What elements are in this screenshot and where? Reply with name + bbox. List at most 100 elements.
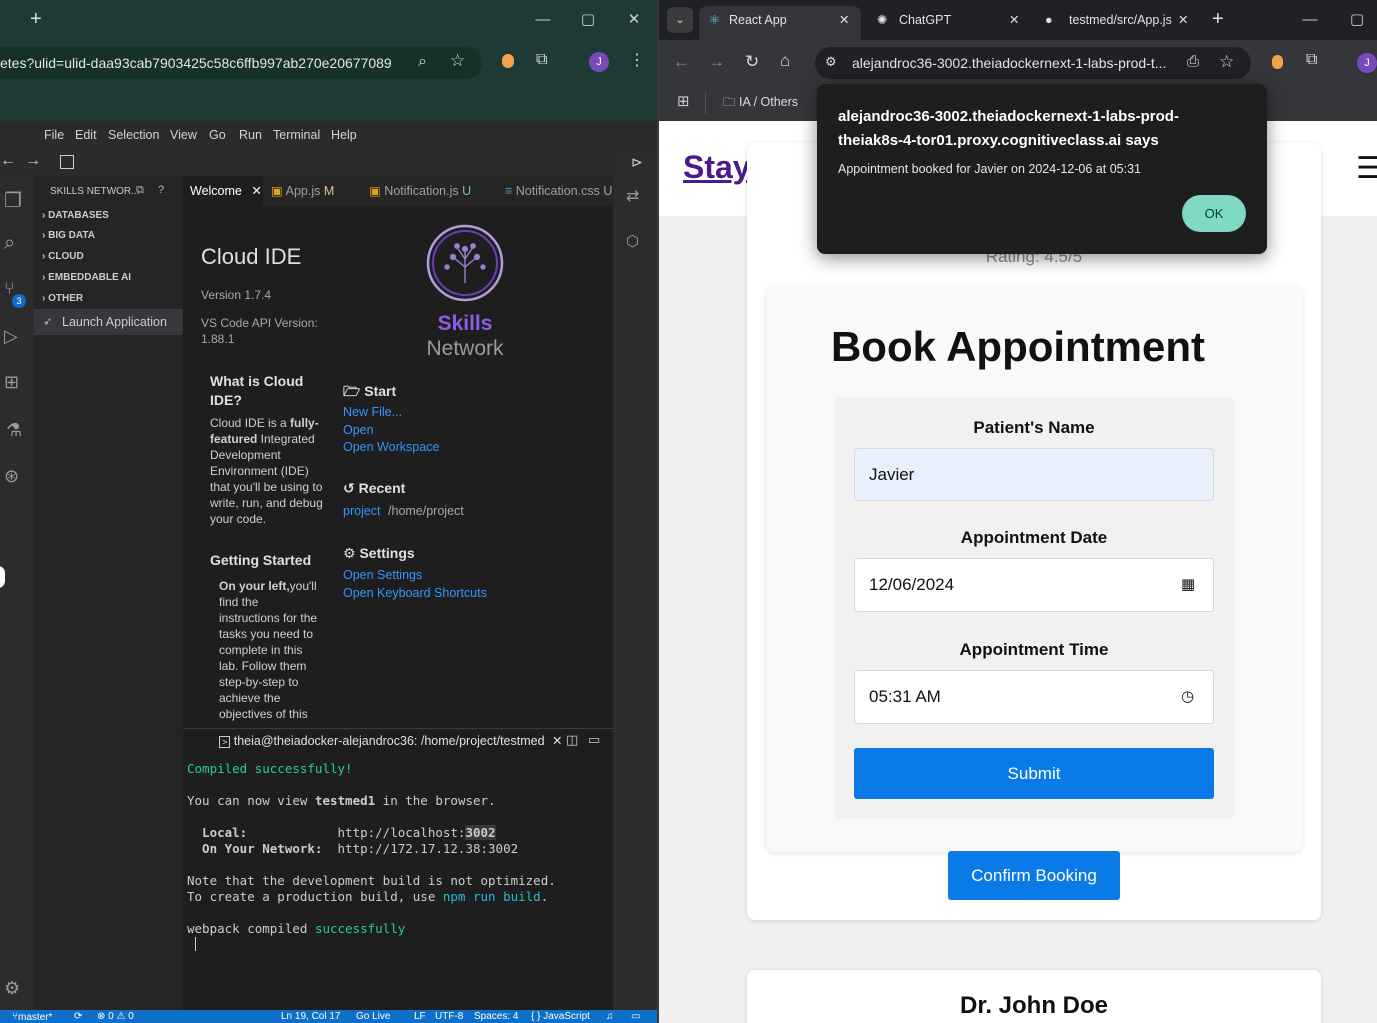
sidebar-section-cloud[interactable]: › CLOUD: [42, 251, 84, 262]
collapse-all-icon[interactable]: ⧉: [136, 184, 144, 197]
clock-icon[interactable]: ◷: [1181, 671, 1194, 723]
minimize-icon[interactable]: —: [1295, 0, 1325, 40]
apps-grid-icon[interactable]: ⊞: [677, 92, 690, 110]
site-info-icon[interactable]: ⚙: [825, 54, 837, 70]
toggle-panel-icon[interactable]: ⊳: [631, 154, 643, 171]
extension-icon[interactable]: [1272, 55, 1283, 69]
dialog-ok-button[interactable]: OK: [1182, 195, 1246, 232]
maximize-icon[interactable]: ▢: [573, 0, 603, 40]
sidebar-section-embeddable-ai[interactable]: › EMBEDDABLE AI: [42, 272, 131, 283]
install-app-icon[interactable]: ⎙: [1187, 53, 1199, 70]
settings-gear-icon[interactable]: ⚙: [4, 978, 20, 999]
go-live-status[interactable]: Go Live: [356, 1011, 390, 1022]
open-link[interactable]: Open: [343, 423, 374, 437]
menu-terminal[interactable]: Terminal: [273, 128, 320, 142]
menu-help[interactable]: Help: [331, 128, 357, 142]
tab-chatgpt[interactable]: ✺ ChatGPT ✕: [869, 6, 1029, 40]
cursor-position[interactable]: Ln 19, Col 17: [281, 1011, 341, 1022]
tab-search-icon[interactable]: ⌄: [667, 7, 693, 33]
close-tab-icon[interactable]: ✕: [839, 6, 849, 34]
extension-icon[interactable]: [502, 54, 514, 68]
menu-view[interactable]: View: [170, 128, 197, 142]
outline-icon[interactable]: ⇄: [626, 186, 639, 206]
testing-flask-icon[interactable]: ⚗: [6, 420, 22, 441]
minimize-icon[interactable]: —: [528, 0, 558, 40]
encoding-status[interactable]: UTF-8: [435, 1011, 463, 1022]
sync-icon[interactable]: ⟳: [74, 1011, 82, 1022]
confirm-booking-button[interactable]: Confirm Booking: [948, 851, 1120, 900]
terminal-tab[interactable]: > theia@theiadocker-alejandroc36: /home/…: [219, 733, 563, 753]
close-tab-icon[interactable]: ✕: [251, 184, 261, 198]
split-terminal-icon[interactable]: ◫: [566, 732, 578, 748]
menu-go[interactable]: Go: [209, 128, 226, 142]
forward-arrow-icon[interactable]: →: [25, 152, 41, 170]
tab-welcome[interactable]: Welcome ✕: [183, 176, 263, 206]
zoom-icon[interactable]: ⌕: [418, 53, 427, 71]
sidebar-section-databases[interactable]: › DATABASES: [42, 210, 109, 221]
puzzle-icon[interactable]: ⧉: [1306, 51, 1317, 69]
address-bar[interactable]: ⚙ alejandroc36-3002.theiadockernext-1-la…: [815, 47, 1251, 79]
open-workspace-link[interactable]: Open Workspace: [343, 440, 439, 454]
back-arrow-icon[interactable]: ←: [0, 152, 16, 170]
explorer-icon[interactable]: ❐: [4, 188, 22, 213]
new-file-link[interactable]: New File...: [343, 405, 402, 419]
profile-avatar[interactable]: J: [589, 52, 609, 72]
tab-notification-js[interactable]: ▣ Notification.js U: [369, 176, 487, 206]
calendar-icon[interactable]: ▦: [1181, 559, 1195, 611]
close-tab-icon[interactable]: ✕: [1175, 6, 1192, 34]
close-terminal-icon[interactable]: ✕: [552, 734, 562, 748]
tab-github-app-js[interactable]: ● testmed/src/App.js ✕: [1039, 6, 1194, 40]
tab-react-app[interactable]: ⚛ React App ✕: [699, 6, 861, 40]
open-settings-link[interactable]: Open Settings: [343, 568, 422, 582]
bookmark-star-icon[interactable]: ☆: [1219, 52, 1234, 72]
menu-selection[interactable]: Selection: [108, 128, 159, 142]
sidebar-section-big-data[interactable]: › BIG DATA: [42, 230, 95, 241]
menu-run[interactable]: Run: [239, 128, 262, 142]
search-icon[interactable]: ⌕: [4, 232, 15, 255]
branch-status[interactable]: ⑂ master*: [12, 1011, 52, 1023]
close-tab-icon[interactable]: ✕: [1009, 6, 1019, 34]
skills-network-icon[interactable]: ⊛: [4, 466, 19, 487]
new-tab-icon[interactable]: +: [1212, 8, 1224, 31]
patient-name-input[interactable]: Javier: [854, 448, 1214, 501]
kebab-menu-icon[interactable]: ⋮: [629, 50, 645, 70]
bookmark-folder-ia-others[interactable]: 🗀 IA / Others: [723, 93, 798, 114]
bookmark-star-icon[interactable]: ☆: [450, 51, 465, 71]
reload-icon[interactable]: ↻: [745, 52, 759, 72]
new-tab-icon[interactable]: +: [30, 8, 42, 31]
address-bar[interactable]: etes?ulid=ulid-daa93cab7903425c58c6ffb99…: [0, 47, 482, 79]
bell-icon[interactable]: ♫: [606, 1011, 614, 1022]
problems-status[interactable]: ⊗ 0 ⚠ 0: [97, 1011, 134, 1022]
appointment-date-input[interactable]: 12/06/2024 ▦: [854, 558, 1214, 612]
puzzle-icon[interactable]: ⧉: [536, 51, 547, 69]
forward-arrow-icon[interactable]: →: [708, 52, 725, 72]
recent-project-link[interactable]: project: [343, 504, 381, 518]
menu-edit[interactable]: Edit: [75, 128, 97, 142]
back-arrow-icon[interactable]: ←: [673, 52, 690, 72]
brand-logo-link[interactable]: Stay: [683, 149, 751, 186]
maximize-icon[interactable]: ▢: [1342, 0, 1372, 40]
close-window-icon[interactable]: ✕: [619, 0, 649, 40]
menu-file[interactable]: File: [44, 128, 64, 142]
hamburger-menu-icon[interactable]: ☰: [1356, 151, 1377, 186]
tab-app-js[interactable]: ▣ App.js M: [271, 176, 363, 206]
language-status[interactable]: { } JavaScript: [531, 1011, 590, 1022]
launch-application-item[interactable]: ➶ Launch Application: [34, 309, 183, 335]
layout-icon[interactable]: ▭: [631, 1011, 640, 1022]
side-handle-icon[interactable]: [0, 566, 5, 588]
eol-status[interactable]: LF: [414, 1011, 426, 1022]
indent-status[interactable]: Spaces: 4: [474, 1011, 518, 1022]
home-icon[interactable]: ⌂: [780, 51, 790, 71]
tab-notification-css[interactable]: ≡ Notification.css U: [505, 176, 613, 206]
open-keyboard-shortcuts-link[interactable]: Open Keyboard Shortcuts: [343, 586, 487, 600]
appointment-time-input[interactable]: 05:31 AM ◷: [854, 670, 1214, 724]
toggle-sidebar-icon[interactable]: [60, 155, 74, 169]
profile-avatar[interactable]: J: [1357, 53, 1377, 73]
run-debug-icon[interactable]: ▷: [4, 326, 18, 347]
maximize-panel-icon[interactable]: ▭: [588, 732, 600, 748]
sidebar-section-other[interactable]: › OTHER: [42, 293, 83, 304]
hex-memory-icon[interactable]: ⬡: [626, 232, 639, 250]
extensions-icon[interactable]: ⊞: [4, 372, 19, 393]
submit-button[interactable]: Submit: [854, 748, 1214, 799]
help-icon[interactable]: ?: [158, 184, 164, 196]
